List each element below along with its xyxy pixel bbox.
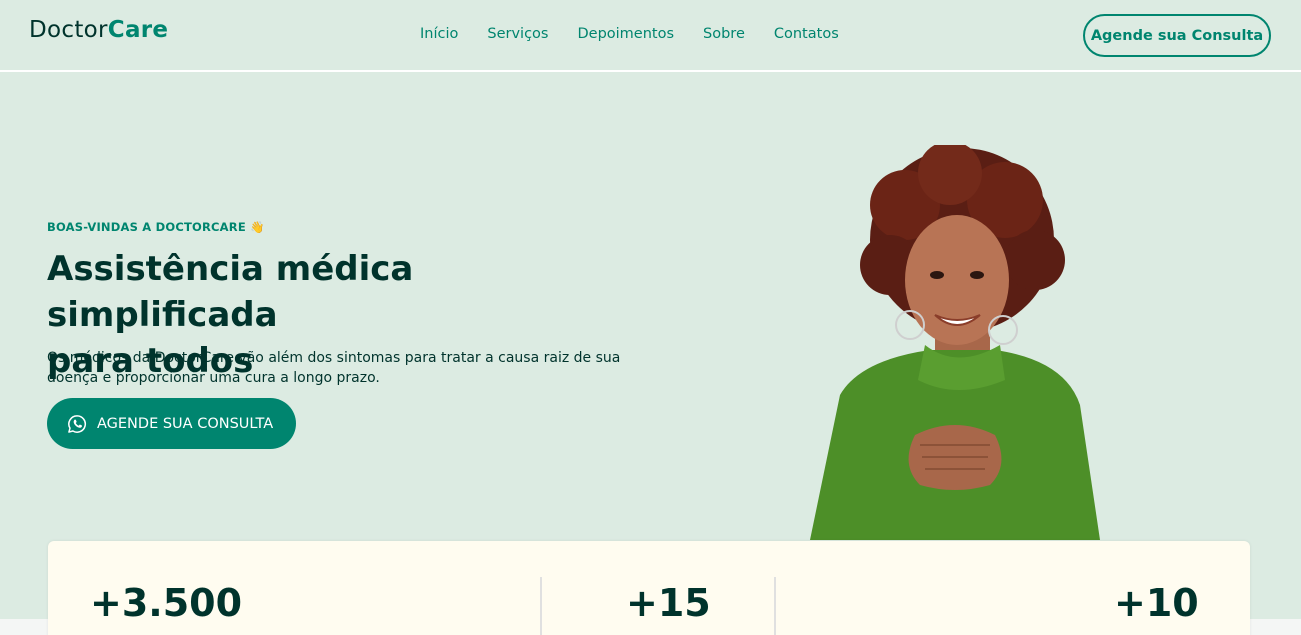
hero-title-line-1: Assistência médica simplificada (47, 249, 414, 335)
hero-description: Os médicos da DoctorCare vão além dos si… (47, 350, 621, 386)
hero-woman-image (810, 145, 1100, 540)
hero-schedule-button-label: AGENDE SUA CONSULTA (97, 415, 274, 432)
logo-text-doctor: Doctor (29, 17, 108, 43)
stats-divider-2 (774, 577, 776, 635)
nav-link-inicio[interactable]: Início (420, 26, 458, 42)
stats-divider-1 (540, 577, 542, 635)
hero-schedule-button[interactable]: AGENDE SUA CONSULTA (47, 398, 296, 449)
nav-link-depoimentos[interactable]: Depoimentos (577, 26, 674, 42)
main-nav: Início Serviços Depoimentos Sobre Contat… (420, 26, 868, 42)
stat-value-1: +3.500 (90, 581, 243, 625)
stats-card: +3.500 +15 +10 (48, 541, 1250, 635)
logo[interactable]: DoctorCare (29, 17, 168, 43)
nav-link-sobre[interactable]: Sobre (703, 26, 745, 42)
logo-text-care: Care (107, 17, 169, 43)
nav-link-servicos[interactable]: Serviços (487, 26, 548, 42)
header-schedule-button[interactable]: Agende sua Consulta (1083, 14, 1271, 57)
nav-link-contatos[interactable]: Contatos (774, 26, 839, 42)
stat-value-3: +10 (1114, 581, 1199, 625)
hero-eyebrow: BOAS-VINDAS A DOCTORCARE 👋 (47, 220, 265, 234)
stat-value-2: +15 (626, 581, 711, 625)
whatsapp-icon (68, 414, 86, 433)
site-header: DoctorCare Início Serviços Depoimentos S… (0, 0, 1301, 72)
